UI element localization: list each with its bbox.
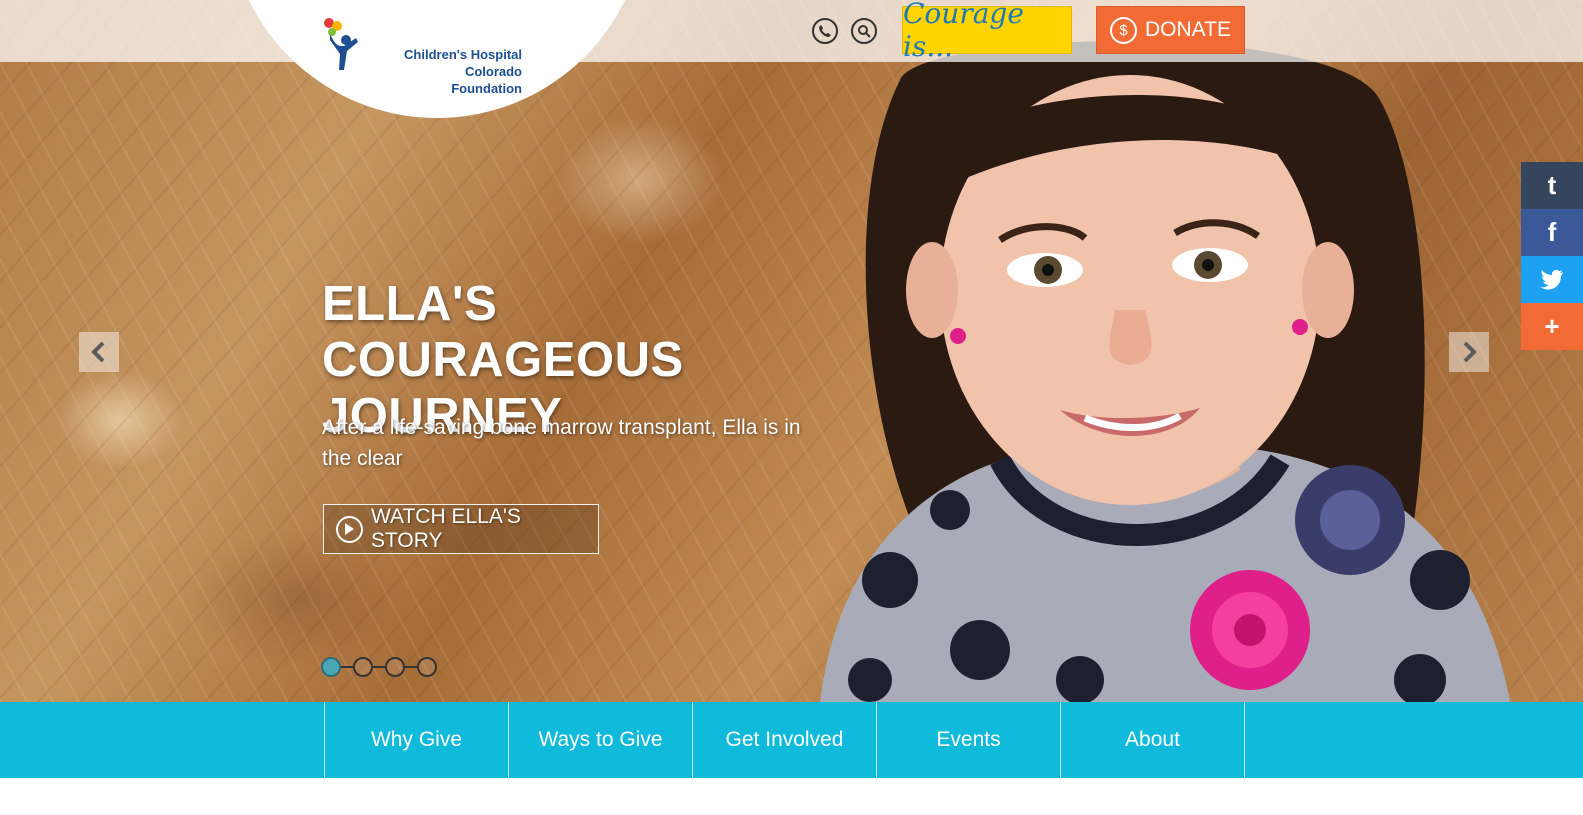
tumblr-button[interactable]: t [1521, 162, 1583, 209]
chevron-right-icon [1463, 341, 1477, 363]
hero-subline: After a life-saving bone marrow transpla… [322, 416, 801, 470]
tumblr-icon: t [1547, 170, 1557, 200]
main-nav: Why Give Ways to Give Get Involved Event… [0, 702, 1583, 778]
watch-story-label: WATCH ELLA'S STORY [370, 505, 521, 552]
nav-item-about[interactable]: About [1060, 702, 1244, 778]
share-plus-icon: + [1544, 311, 1560, 341]
nav-divider [1244, 702, 1245, 778]
chevron-left-icon [91, 341, 105, 363]
play-icon [336, 515, 363, 543]
share-more-button[interactable]: + [1521, 303, 1583, 350]
slider-dot-3[interactable] [385, 657, 405, 677]
logo-line-1: Children's Hospital Colorado [404, 47, 522, 79]
logo-text: Children's Hospital Colorado Foundation [354, 46, 522, 97]
slider-prev-button[interactable] [79, 332, 119, 372]
slider-dot-4[interactable] [417, 657, 437, 677]
courage-is-button[interactable]: Courage is... [902, 0, 1072, 63]
slider-dot-2[interactable] [353, 657, 373, 677]
search-button[interactable] [851, 18, 877, 44]
nav-item-ways-to-give[interactable]: Ways to Give [508, 702, 692, 778]
slider-dot-connector [341, 666, 353, 668]
slider-dot-connector [405, 666, 417, 668]
slider-dots [321, 657, 437, 677]
donate-button[interactable]: $ DONATE [1096, 6, 1245, 54]
search-icon [858, 25, 871, 38]
slider-next-button[interactable] [1449, 332, 1489, 372]
facebook-button[interactable]: f [1521, 209, 1583, 256]
twitter-button[interactable] [1521, 256, 1583, 303]
dollar-icon: $ [1110, 16, 1137, 44]
phone-icon [819, 25, 831, 37]
facebook-icon: f [1547, 217, 1557, 247]
hero-banner: ELLA'S COURAGEOUS JOURNEY After a life-s… [0, 0, 1583, 702]
watch-story-button[interactable]: WATCH ELLA'S STORY [323, 504, 599, 554]
slider-dot-connector [373, 666, 385, 668]
donate-label: DONATE [1145, 18, 1231, 41]
top-header [0, 0, 1583, 62]
logo-line-2: Foundation [451, 81, 522, 96]
nav-item-get-involved[interactable]: Get Involved [692, 702, 876, 778]
nav-item-events[interactable]: Events [876, 702, 1060, 778]
phone-button[interactable] [812, 18, 838, 44]
slider-dot-1[interactable] [321, 657, 341, 677]
social-share-bar: t f + [1521, 162, 1583, 350]
twitter-icon [1540, 269, 1563, 289]
nav-item-why-give[interactable]: Why Give [324, 702, 508, 778]
